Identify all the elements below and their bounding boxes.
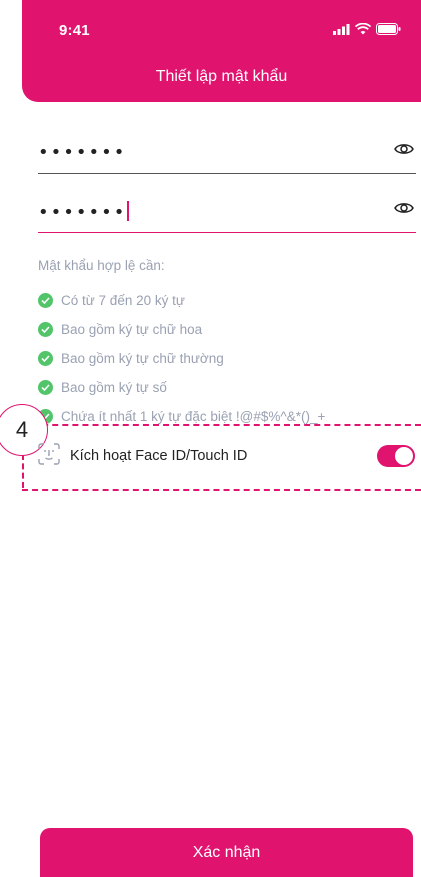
- status-time: 9:41: [59, 22, 90, 39]
- confirm-password-field[interactable]: •••••••: [38, 193, 416, 233]
- requirements-title: Mật khẩu hợp lệ cần:: [38, 258, 165, 273]
- password-underline: [38, 173, 416, 174]
- check-circle-icon: [38, 293, 53, 308]
- check-circle-icon: [38, 351, 53, 366]
- confirm-password-container: •••••••: [38, 201, 130, 223]
- page-title: Thiết lập mật khẩu: [155, 68, 288, 85]
- battery-icon: [376, 22, 401, 40]
- requirement-item: Bao gồm ký tự chữ thường: [38, 344, 325, 373]
- app-header: 9:41 Thiết lập mật khẩu: [22, 0, 421, 102]
- biometric-label: Kích hoạt Face ID/Touch ID: [70, 448, 248, 464]
- requirement-text: Chứa ít nhất 1 ký tự đặc biệt !@#$%^&*()…: [61, 409, 326, 424]
- biometric-row[interactable]: Kích hoạt Face ID/Touch ID: [38, 442, 248, 470]
- annotation-highlight-edge: [22, 454, 24, 488]
- requirement-item: Có từ 7 đến 20 ký tự: [38, 286, 325, 315]
- face-id-icon: [38, 442, 60, 470]
- requirements-list: Có từ 7 đến 20 ký tự Bao gồm ký tự chữ h…: [38, 286, 325, 431]
- confirm-password-underline: [38, 232, 416, 233]
- eye-icon[interactable]: [394, 142, 414, 161]
- check-circle-icon: [38, 380, 53, 395]
- requirement-text: Bao gồm ký tự số: [61, 380, 167, 395]
- requirement-item: Bao gồm ký tự chữ hoa: [38, 315, 325, 344]
- check-circle-icon: [38, 322, 53, 337]
- confirm-button[interactable]: Xác nhận: [40, 828, 413, 877]
- requirement-text: Bao gồm ký tự chữ hoa: [61, 322, 203, 337]
- text-caret: [127, 201, 130, 221]
- confirm-password-value: •••••••: [38, 202, 127, 223]
- eye-icon[interactable]: [394, 201, 414, 220]
- requirement-text: Bao gồm ký tự chữ thường: [61, 351, 224, 366]
- wifi-icon: [354, 22, 372, 40]
- password-field[interactable]: •••••••: [38, 134, 416, 174]
- requirement-text: Có từ 7 đến 20 ký tự: [61, 293, 185, 308]
- signal-icon: [333, 22, 350, 40]
- password-value: •••••••: [38, 142, 127, 163]
- requirement-item: Bao gồm ký tự số: [38, 373, 325, 402]
- status-icons: [333, 22, 401, 40]
- toggle-knob: [395, 447, 413, 465]
- biometric-toggle[interactable]: [377, 445, 415, 467]
